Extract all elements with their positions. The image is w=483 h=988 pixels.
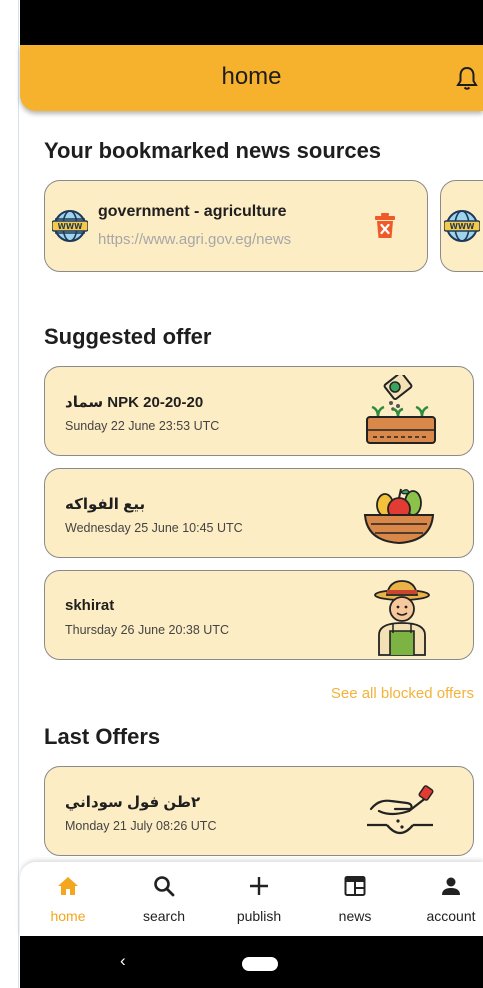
status-bar: [20, 0, 483, 45]
see-all-blocked-offers-link[interactable]: See all blocked offers: [331, 685, 474, 702]
sowing-hand-icon: [367, 785, 434, 835]
nav-account[interactable]: account: [411, 862, 483, 936]
farmer-icon: [374, 580, 430, 656]
search-icon: [154, 876, 175, 897]
news-icon: [344, 876, 366, 896]
bookmark-card[interactable]: WWW government - agriculture https://www…: [44, 180, 428, 272]
offer-date: Sunday 22 June 23:53 UTC: [65, 419, 220, 433]
person-icon: [442, 877, 460, 895]
bell-icon[interactable]: [456, 65, 478, 91]
nav-label: publish: [236, 908, 282, 924]
offer-title: بيع الفواكه: [65, 496, 146, 513]
bookmark-name: government - agriculture: [98, 203, 287, 220]
bookmark-card-partial[interactable]: WWW: [440, 180, 483, 272]
bookmark-url: https://www.agri.gov.eg/news: [98, 231, 292, 248]
svg-text:WWW: WWW: [58, 222, 84, 231]
offer-date: Monday 21 July 08:26 UTC: [65, 819, 217, 833]
offer-title: سماد NPK 20-20-20: [65, 394, 204, 411]
plus-icon: [250, 877, 268, 895]
nav-news[interactable]: news: [315, 862, 395, 936]
offer-date: Thursday 26 June 20:38 UTC: [65, 623, 229, 637]
home-icon: [58, 877, 78, 895]
nav-search[interactable]: search: [124, 862, 204, 936]
globe-www-icon: WWW: [52, 210, 88, 242]
back-icon[interactable]: ‹: [120, 951, 126, 971]
last-offers-title: Last Offers: [44, 724, 161, 749]
offer-title: skhirat: [65, 597, 115, 614]
fertilizer-icon: [366, 375, 436, 444]
globe-www-icon: WWW: [444, 210, 480, 242]
offer-date: Wednesday 25 June 10:45 UTC: [65, 521, 243, 535]
delete-icon[interactable]: [375, 213, 395, 239]
left-edge-line: [18, 0, 19, 988]
app-bar: home: [20, 45, 483, 111]
bookmarks-title: Your bookmarked news sources: [44, 138, 382, 163]
nav-home[interactable]: home: [28, 862, 108, 936]
offer-card[interactable]: بيع الفواكه Wednesday 25 June 10:45 UTC: [44, 468, 474, 558]
fruit-basket-icon: [363, 488, 435, 545]
bottom-navigation: home search publish news account: [20, 862, 483, 936]
offer-title: ٢طن فول سوداني: [65, 794, 201, 811]
nav-publish[interactable]: publish: [219, 862, 299, 936]
system-navigation-bar: ‹: [20, 936, 483, 988]
nav-label: home: [50, 908, 86, 924]
nav-label: search: [142, 908, 186, 924]
offer-card[interactable]: skhirat Thursday 26 June 20:38 UTC: [44, 570, 474, 660]
nav-label: news: [338, 908, 372, 924]
home-pill[interactable]: [242, 957, 278, 971]
svg-text:WWW: WWW: [450, 222, 476, 231]
offer-card[interactable]: ٢طن فول سوداني Monday 21 July 08:26 UTC: [44, 766, 474, 856]
page-title: home: [221, 63, 282, 90]
suggested-title: Suggested offer: [44, 324, 212, 349]
offer-card[interactable]: سماد NPK 20-20-20 Sunday 22 June 23:53 U…: [44, 366, 474, 456]
nav-label: account: [426, 908, 476, 924]
